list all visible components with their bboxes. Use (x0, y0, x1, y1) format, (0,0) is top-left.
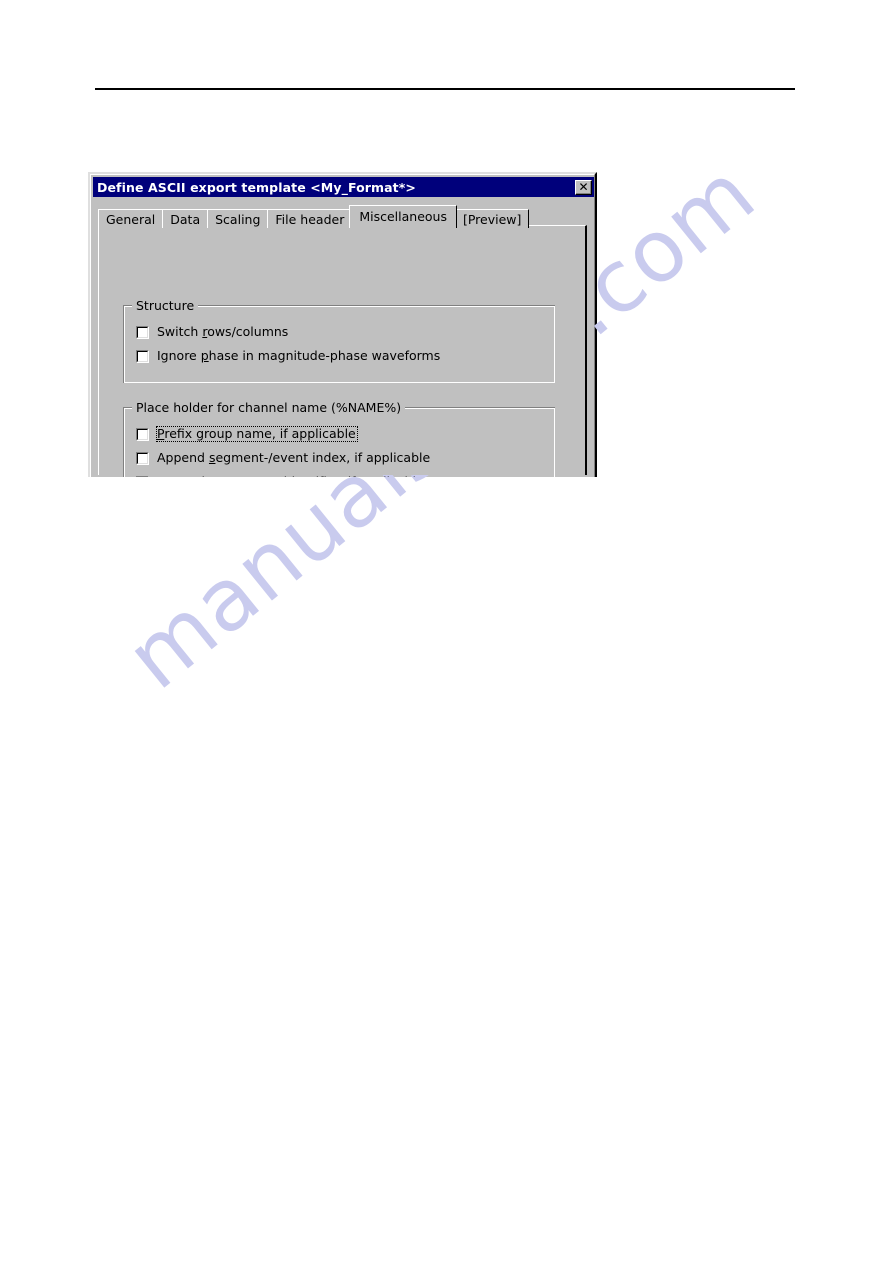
tab-scaling[interactable]: Scaling (207, 209, 269, 228)
tab-preview[interactable]: [Preview] (454, 209, 530, 228)
label-accel: p (200, 348, 209, 363)
checkbox-label: Append component identifier, if applicab… (156, 474, 426, 478)
tab-file-header[interactable]: File header (267, 209, 353, 228)
checkbox-ignore-phase[interactable]: Ignore phase in magnitude-phase waveform… (136, 348, 442, 364)
label-post: ows/columns (207, 324, 289, 339)
checkbox-prefix-group-name[interactable]: Prefix group name, if applicable (136, 426, 358, 442)
label-pre: Switch (157, 324, 203, 339)
checkbox-append-component-identifier[interactable]: Append component identifier, if applicab… (136, 474, 426, 477)
label-post: omponent identifier, if applicable (216, 474, 424, 478)
dialog-title-bar[interactable]: Define ASCII export template <My_Format*… (93, 177, 594, 197)
checkbox-box-icon[interactable] (136, 451, 149, 465)
label-pre: Ignore (157, 348, 201, 363)
tab-data[interactable]: Data (162, 209, 209, 228)
checkbox-box-icon[interactable] (136, 475, 149, 477)
label-post: egment-/event index, if applicable (215, 450, 431, 465)
checkbox-append-segment-event-index[interactable]: Append segment-/event index, if applicab… (136, 450, 432, 466)
checkbox-label: Prefix group name, if applicable (156, 426, 358, 442)
label-post: hase in magnitude-phase waveforms (208, 348, 441, 363)
tab-content-panel: Structure Switch rows/columns Ignore pha… (98, 225, 587, 477)
group-structure: Structure Switch rows/columns Ignore pha… (123, 298, 555, 383)
checkbox-box-icon[interactable] (136, 349, 149, 363)
label-pre: Append (157, 474, 209, 478)
group-structure-title: Structure (132, 298, 199, 313)
checkbox-box-icon[interactable] (136, 427, 149, 441)
tab-miscellaneous[interactable]: Miscellaneous (349, 205, 457, 228)
tab-strip: General Data Scaling File header Miscell… (98, 205, 530, 228)
group-place-holder-channel-name: Place holder for channel name (%NAME%) P… (123, 400, 555, 477)
checkbox-switch-rows-columns[interactable]: Switch rows/columns (136, 324, 290, 340)
label-accel: c (209, 474, 216, 478)
label-pre: Append (157, 450, 209, 465)
define-ascii-export-template-dialog: Define ASCII export template <My_Format*… (88, 172, 597, 477)
group-place-holder-title: Place holder for channel name (%NAME%) (132, 400, 406, 415)
dialog-title: Define ASCII export template <My_Format*… (97, 179, 416, 195)
close-icon: ✕ (578, 179, 589, 194)
checkbox-label: Switch rows/columns (156, 324, 290, 340)
tab-general[interactable]: General (98, 209, 164, 228)
close-button[interactable]: ✕ (575, 179, 592, 195)
page-horizontal-rule (95, 88, 795, 90)
checkbox-label: Ignore phase in magnitude-phase waveform… (156, 348, 442, 364)
label-post: refix group name, if applicable (164, 426, 356, 441)
checkbox-label: Append segment-/event index, if applicab… (156, 450, 432, 466)
checkbox-box-icon[interactable] (136, 325, 149, 339)
